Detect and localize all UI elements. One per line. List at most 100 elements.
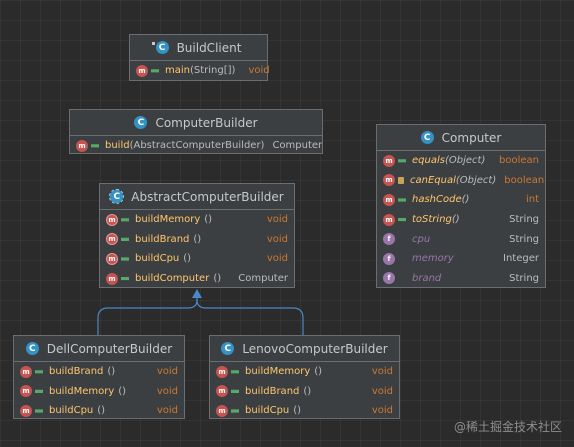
method-name: buildBrand <box>245 385 300 397</box>
method-params: () <box>97 405 106 417</box>
class-header: C DellComputerBuilder <box>14 336 184 362</box>
field-type: String <box>509 272 539 284</box>
field-name: cpu <box>412 233 431 245</box>
method-params: (AbstractComputerBuilder) <box>129 140 265 152</box>
method-params: (String[]) <box>190 65 236 77</box>
abstract-method-icon: m <box>106 213 118 226</box>
edge-dell-extends-abstract <box>97 297 198 335</box>
public-visibility-icon <box>121 237 129 241</box>
method-params: () <box>314 366 323 378</box>
method-row[interactable]: m buildMemory () void <box>100 210 294 230</box>
field-row[interactable]: f cpu String <box>377 229 545 249</box>
class-title: Computer <box>441 130 502 145</box>
public-visibility-icon <box>121 257 129 261</box>
public-visibility-icon <box>35 409 43 413</box>
method-name: buildMemory <box>245 366 311 378</box>
method-params: () <box>204 214 213 226</box>
class-title: DellComputerBuilder <box>46 341 173 356</box>
method-row[interactable]: m toString () String <box>377 210 545 230</box>
field-row[interactable]: f memory Integer <box>377 249 545 269</box>
method-row[interactable]: m main (String[]) void <box>130 61 270 81</box>
method-name: buildBrand <box>135 233 190 245</box>
method-row[interactable]: m buildBrand () void <box>210 382 399 402</box>
public-visibility-icon <box>398 217 406 222</box>
method-row[interactable]: m buildCpu () void <box>100 249 294 269</box>
class-node-build-client[interactable]: C BuildClient m main (String[]) void <box>129 34 270 81</box>
visibility-icon <box>398 277 406 280</box>
class-title: ComputerBuilder <box>155 115 258 130</box>
method-row[interactable]: m equals (Object) boolean <box>377 151 545 171</box>
method-params: () <box>107 366 116 378</box>
method-row[interactable]: m buildComputer () Computer <box>100 269 294 289</box>
method-row[interactable]: m buildMemory () void <box>14 382 184 402</box>
method-name: buildMemory <box>135 214 201 226</box>
field-row[interactable]: f brand String <box>377 269 545 289</box>
class-header: C BuildClient <box>130 35 267 61</box>
public-visibility-icon <box>398 159 406 163</box>
class-node-dell-computer-builder[interactable]: C DellComputerBuilder m buildBrand () vo… <box>13 335 185 419</box>
method-name: build <box>105 140 130 152</box>
method-params: () <box>183 253 192 265</box>
field-icon: f <box>383 252 395 265</box>
field-name: memory <box>412 253 454 265</box>
method-icon: m <box>383 193 395 206</box>
visibility-icon <box>398 257 406 260</box>
class-node-computer-builder[interactable]: C ComputerBuilder m build (AbstractCompu… <box>69 109 323 154</box>
class-icon: C <box>221 342 235 355</box>
return-type: void <box>371 405 393 417</box>
method-row[interactable]: m hashCode () int <box>377 190 545 210</box>
return-type: void <box>371 385 393 397</box>
method-row[interactable]: m buildCpu () void <box>210 401 399 421</box>
abstract-class-icon: C <box>109 189 125 204</box>
return-type: void <box>156 366 178 378</box>
method-icon: m <box>383 154 395 167</box>
edge-lenovo-extends-abstract <box>196 297 304 335</box>
class-node-abstract-computer-builder[interactable]: C AbstractComputerBuilder m buildMemory … <box>99 183 295 288</box>
class-node-lenovo-computer-builder[interactable]: C LenovoComputerBuilder m buildMemory ()… <box>209 335 400 419</box>
method-name: buildCpu <box>135 253 180 265</box>
class-node-computer[interactable]: C Computer m equals (Object) boolean m c… <box>376 124 546 288</box>
method-row[interactable]: m build (AbstractComputerBuilder) Comput… <box>70 136 322 156</box>
visibility-icon <box>398 238 406 241</box>
public-visibility-icon <box>231 409 239 413</box>
method-name: buildCpu <box>245 405 290 417</box>
class-header: C LenovoComputerBuilder <box>210 336 399 362</box>
method-icon: m <box>106 272 118 285</box>
return-type: Computer <box>272 140 323 152</box>
return-type: boolean <box>504 174 545 186</box>
method-name: toString <box>412 214 452 226</box>
return-type: void <box>371 366 393 378</box>
method-params: () <box>118 385 127 397</box>
method-row[interactable]: m buildBrand () void <box>100 230 294 250</box>
return-type: void <box>156 385 178 397</box>
method-params: (Object) <box>455 174 497 186</box>
class-icon: C <box>25 342 39 355</box>
return-type: String <box>509 214 539 226</box>
class-title: LenovoComputerBuilder <box>242 341 388 356</box>
method-params: () <box>213 273 222 285</box>
class-header: C AbstractComputerBuilder <box>100 184 294 210</box>
method-name: buildComputer <box>135 273 210 285</box>
public-visibility-icon <box>398 198 406 202</box>
inheritance-arrowhead <box>192 289 202 298</box>
method-icon: m <box>216 404 228 417</box>
field-type: String <box>509 233 539 245</box>
method-params: () <box>303 385 312 397</box>
public-visibility-icon <box>231 370 239 374</box>
field-icon: f <box>383 272 395 285</box>
return-type: void <box>156 405 178 417</box>
method-row[interactable]: m buildBrand () void <box>14 362 184 382</box>
method-name: buildBrand <box>49 366 104 378</box>
watermark: @稀土掘金技术社区 <box>453 420 562 434</box>
method-icon: m <box>20 385 32 398</box>
method-row[interactable]: m canEqual (Object) boolean <box>377 171 545 191</box>
method-row[interactable]: m buildMemory () void <box>210 362 399 382</box>
method-params: () <box>451 214 460 226</box>
method-icon: m <box>20 365 32 378</box>
return-type: void <box>248 65 270 77</box>
public-visibility-icon <box>151 69 159 73</box>
class-header: C Computer <box>377 125 545 151</box>
class-icon: C <box>420 131 434 144</box>
return-type: void <box>266 214 288 226</box>
method-row[interactable]: m buildCpu () void <box>14 401 184 421</box>
